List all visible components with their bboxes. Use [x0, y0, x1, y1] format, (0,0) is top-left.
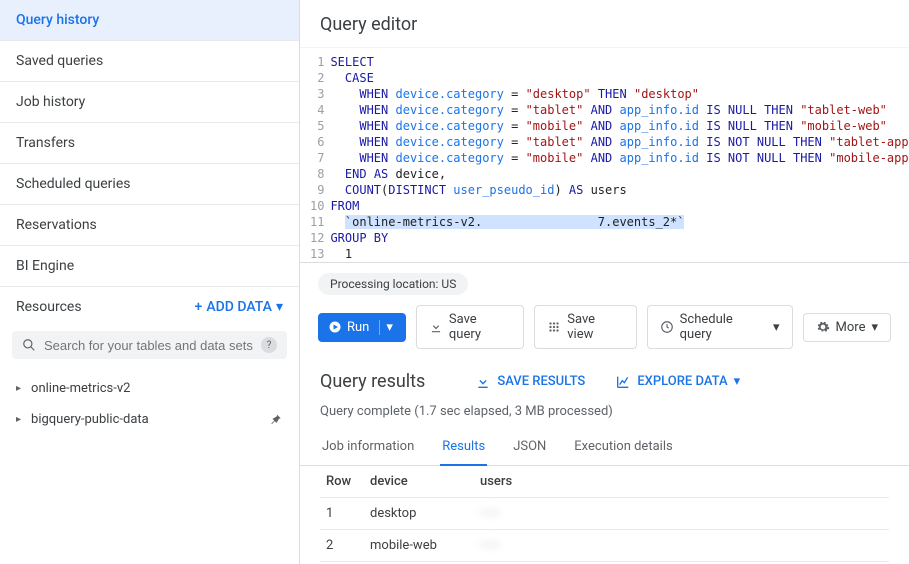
- resources-header: Resources + ADD DATA ▾: [0, 287, 299, 327]
- play-icon: [329, 321, 341, 333]
- download-icon: [475, 374, 491, 390]
- dataset-tree: ▸ online-metrics-v2 ▸ bigquery-public-data: [0, 367, 299, 441]
- run-split-caret[interactable]: ▾: [379, 320, 393, 335]
- pin-icon[interactable]: [269, 413, 283, 427]
- tree-label: online-metrics-v2: [31, 381, 130, 396]
- code-content[interactable]: SELECT CASE WHEN device.category = "desk…: [330, 54, 909, 262]
- save-query-button[interactable]: Save query: [416, 305, 524, 349]
- chart-icon: [615, 374, 631, 390]
- gear-icon: [816, 320, 830, 334]
- results-tabs: Job information Results JSON Execution deta…: [300, 429, 909, 466]
- run-button[interactable]: Run ▾: [318, 313, 406, 342]
- sidebar: Query historySaved queriesJob historyTra…: [0, 0, 300, 564]
- line-gutter: 12345678910111213: [300, 54, 330, 262]
- results-title: Query results: [320, 371, 425, 392]
- results-table: Row device users 1desktop——2mobile-web——…: [300, 466, 909, 564]
- editor-toolbar: Processing location: US Run ▾ Save query…: [300, 263, 909, 359]
- table-header: Row device users: [320, 466, 889, 498]
- caret-down-icon: ▾: [734, 374, 741, 389]
- tab-results[interactable]: Results: [440, 429, 487, 466]
- resources-label: Resources: [16, 299, 82, 315]
- schedule-query-button[interactable]: Schedule query ▾: [647, 305, 793, 349]
- download-icon: [429, 320, 443, 334]
- tab-json[interactable]: JSON: [511, 429, 548, 465]
- query-status: Query complete (1.7 sec elapsed, 3 MB pr…: [300, 398, 909, 429]
- more-button[interactable]: More ▾: [803, 313, 891, 342]
- save-view-button[interactable]: Save view: [534, 305, 636, 349]
- nav-transfers[interactable]: Transfers: [0, 123, 299, 164]
- caret-down-icon: ▾: [871, 320, 878, 335]
- col-row: Row: [320, 466, 364, 497]
- tree-label: bigquery-public-data: [31, 412, 149, 427]
- caret-down-icon: ▾: [773, 320, 780, 335]
- col-device: device: [364, 466, 474, 497]
- explore-data-button[interactable]: EXPLORE DATA ▾: [615, 374, 740, 390]
- editor-title: Query editor: [300, 0, 909, 48]
- add-data-button[interactable]: + ADD DATA ▾: [195, 299, 283, 315]
- nav-reservations[interactable]: Reservations: [0, 205, 299, 246]
- table-row: 2mobile-web——: [320, 530, 889, 562]
- nav-query-history[interactable]: Query history: [0, 0, 299, 41]
- processing-location-chip: Processing location: US: [318, 273, 468, 295]
- help-icon[interactable]: ?: [261, 337, 277, 353]
- run-label: Run: [347, 320, 369, 335]
- main-panel: Query editor 12345678910111213 SELECT CA…: [300, 0, 909, 564]
- nav-job-history[interactable]: Job history: [0, 82, 299, 123]
- clock-icon: [660, 320, 674, 334]
- tree-item[interactable]: ▸ online-metrics-v2: [8, 373, 291, 404]
- tab-job-information[interactable]: Job information: [320, 429, 416, 465]
- chevron-right-icon: ▸: [16, 383, 21, 394]
- results-header: Query results SAVE RESULTS EXPLORE DATA …: [300, 359, 909, 398]
- search-icon: [22, 338, 36, 352]
- plus-icon: +: [195, 299, 203, 315]
- tree-item[interactable]: ▸ bigquery-public-data: [8, 404, 291, 435]
- add-data-label: ADD DATA: [206, 299, 272, 315]
- nav-saved-queries[interactable]: Saved queries: [0, 41, 299, 82]
- chevron-right-icon: ▸: [16, 414, 21, 425]
- table-row: 1desktop——: [320, 498, 889, 530]
- nav-scheduled-queries[interactable]: Scheduled queries: [0, 164, 299, 205]
- tab-execution-details[interactable]: Execution details: [572, 429, 674, 465]
- grid-icon: [547, 320, 561, 334]
- search-input[interactable]: [44, 338, 253, 353]
- save-results-button[interactable]: SAVE RESULTS: [475, 374, 585, 390]
- code-editor[interactable]: 12345678910111213 SELECT CASE WHEN devic…: [300, 48, 909, 263]
- caret-down-icon: ▾: [276, 299, 283, 315]
- col-users: users: [474, 466, 544, 497]
- nav-bi-engine[interactable]: BI Engine: [0, 246, 299, 287]
- search-box[interactable]: ?: [12, 331, 287, 359]
